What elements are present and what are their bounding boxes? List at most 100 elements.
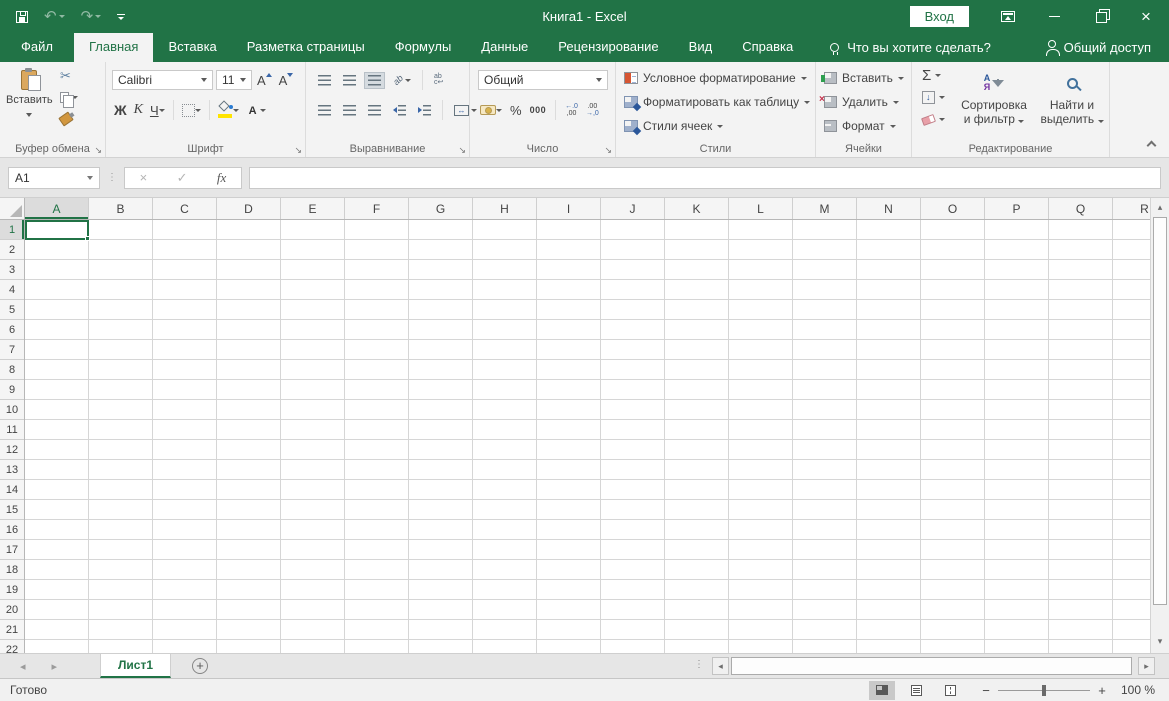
- redo-button[interactable]: ↷: [81, 10, 102, 24]
- page-layout-view-button[interactable]: [903, 681, 929, 700]
- undo-button[interactable]: ↶: [44, 10, 65, 24]
- decrease-decimal-button[interactable]: .00→,0: [584, 103, 601, 117]
- column-header-F[interactable]: F: [345, 198, 409, 219]
- column-header-D[interactable]: D: [217, 198, 281, 219]
- column-header-K[interactable]: K: [665, 198, 729, 219]
- normal-view-button[interactable]: [869, 681, 895, 700]
- find-select-button[interactable]: Найти и выделить: [1034, 68, 1110, 126]
- decrease-indent-button[interactable]: [389, 102, 410, 119]
- wrap-text-button[interactable]: abc↩: [430, 71, 447, 89]
- clipboard-dialog-launcher-icon[interactable]: ↘: [94, 145, 102, 155]
- vertical-scroll-thumb[interactable]: [1153, 217, 1167, 605]
- close-button[interactable]: ×: [1123, 0, 1169, 33]
- increase-font-size-button[interactable]: А: [255, 73, 274, 88]
- autosum-dropdown-icon[interactable]: [935, 74, 941, 77]
- scroll-up-icon[interactable]: ▴: [1151, 202, 1169, 213]
- ribbon-tab-7[interactable]: Справка: [727, 33, 808, 62]
- ribbon-tab-6[interactable]: Вид: [674, 33, 728, 62]
- cut-button[interactable]: ✂: [60, 68, 71, 82]
- underline-dropdown-icon[interactable]: [159, 109, 165, 112]
- column-header-C[interactable]: C: [153, 198, 217, 219]
- name-box-dropdown-icon[interactable]: [87, 176, 93, 180]
- row-header-5[interactable]: 5: [0, 300, 24, 320]
- row-header-11[interactable]: 11: [0, 420, 24, 440]
- copy-button[interactable]: [60, 90, 78, 104]
- align-left-button[interactable]: [314, 102, 335, 119]
- sheet-nav-right-icon[interactable]: ▸: [52, 660, 58, 673]
- horizontal-scrollbar[interactable]: ◂ ▸: [712, 657, 1155, 675]
- tab-scroll-splitter-icon[interactable]: ⋮: [694, 659, 704, 670]
- zoom-out-icon[interactable]: −: [981, 683, 991, 698]
- format-as-table-button[interactable]: Форматировать как таблицу: [624, 91, 815, 113]
- ribbon-tab-0[interactable]: Главная: [74, 33, 153, 62]
- conditional-formatting-button[interactable]: Условное форматирование: [624, 67, 815, 89]
- horizontal-scroll-thumb[interactable]: [731, 657, 1132, 675]
- insert-cells-button[interactable]: Вставить: [824, 67, 911, 89]
- row-header-18[interactable]: 18: [0, 560, 24, 580]
- sheet-nav-left-icon[interactable]: ◂: [20, 660, 26, 673]
- undo-dropdown-icon[interactable]: [59, 15, 65, 18]
- row-header-3[interactable]: 3: [0, 260, 24, 280]
- paste-dropdown-icon[interactable]: [26, 113, 32, 117]
- customize-quick-access-button[interactable]: [117, 14, 125, 20]
- borders-dropdown-icon[interactable]: [195, 109, 201, 112]
- formula-input[interactable]: [249, 167, 1161, 189]
- row-header-8[interactable]: 8: [0, 360, 24, 380]
- column-header-R[interactable]: R: [1113, 198, 1150, 219]
- fill-dropdown-icon[interactable]: [939, 96, 945, 99]
- bold-button[interactable]: Ж: [112, 102, 129, 118]
- row-header-20[interactable]: 20: [0, 600, 24, 620]
- page-break-view-button[interactable]: [937, 681, 963, 700]
- column-header-Q[interactable]: Q: [1049, 198, 1113, 219]
- formula-bar-splitter-icon[interactable]: ⋮: [107, 172, 117, 183]
- column-header-M[interactable]: M: [793, 198, 857, 219]
- row-header-21[interactable]: 21: [0, 620, 24, 640]
- sign-in-button[interactable]: Вход: [910, 6, 969, 27]
- insert-function-icon[interactable]: fx: [217, 170, 226, 186]
- zoom-slider-thumb[interactable]: [1042, 685, 1046, 696]
- row-header-17[interactable]: 17: [0, 540, 24, 560]
- row-header-7[interactable]: 7: [0, 340, 24, 360]
- column-header-A[interactable]: A: [25, 198, 89, 219]
- row-header-15[interactable]: 15: [0, 500, 24, 520]
- sheet-tab-list1[interactable]: Лист1: [100, 654, 171, 678]
- italic-button[interactable]: К: [132, 102, 145, 118]
- number-dialog-launcher-icon[interactable]: ↘: [604, 145, 612, 155]
- enter-icon[interactable]: ✓: [177, 170, 188, 186]
- zoom-in-icon[interactable]: +: [1097, 683, 1107, 698]
- scroll-right-icon[interactable]: ▸: [1138, 657, 1155, 675]
- column-header-B[interactable]: B: [89, 198, 153, 219]
- sort-filter-button[interactable]: АЯ Сортировка и фильтр: [956, 68, 1032, 126]
- column-header-N[interactable]: N: [857, 198, 921, 219]
- font-family-combo[interactable]: Calibri: [112, 70, 213, 90]
- row-header-4[interactable]: 4: [0, 280, 24, 300]
- tell-me-box[interactable]: Что вы хотите сделать?: [830, 33, 991, 62]
- column-header-L[interactable]: L: [729, 198, 793, 219]
- clear-dropdown-icon[interactable]: [939, 118, 945, 121]
- clear-button[interactable]: [922, 112, 945, 127]
- align-bottom-button[interactable]: [364, 72, 385, 89]
- align-center-button[interactable]: [339, 102, 360, 119]
- ribbon-display-options-button[interactable]: [985, 0, 1031, 33]
- vertical-scrollbar[interactable]: ▴ ▾: [1150, 198, 1169, 653]
- row-header-1[interactable]: 1: [0, 220, 24, 240]
- number-format-combo[interactable]: Общий: [478, 70, 608, 90]
- collapse-ribbon-icon[interactable]: [1147, 141, 1157, 151]
- ribbon-tab-5[interactable]: Рецензирование: [543, 33, 673, 62]
- comma-style-button[interactable]: 000: [528, 105, 549, 115]
- active-cell-A1[interactable]: [25, 220, 89, 240]
- save-icon[interactable]: [16, 11, 28, 23]
- format-cells-button[interactable]: Формат: [824, 115, 911, 137]
- ribbon-tab-1[interactable]: Вставка: [153, 33, 231, 62]
- fill-color-dropdown-icon[interactable]: [233, 109, 239, 112]
- borders-button[interactable]: [180, 104, 203, 117]
- column-header-O[interactable]: O: [921, 198, 985, 219]
- accounting-format-button[interactable]: [478, 105, 504, 115]
- align-top-button[interactable]: [314, 72, 335, 89]
- column-header-E[interactable]: E: [281, 198, 345, 219]
- minimize-button[interactable]: [1031, 0, 1077, 33]
- row-header-13[interactable]: 13: [0, 460, 24, 480]
- tab-file[interactable]: Файл: [0, 33, 74, 62]
- zoom-slider[interactable]: [998, 690, 1090, 691]
- row-header-16[interactable]: 16: [0, 520, 24, 540]
